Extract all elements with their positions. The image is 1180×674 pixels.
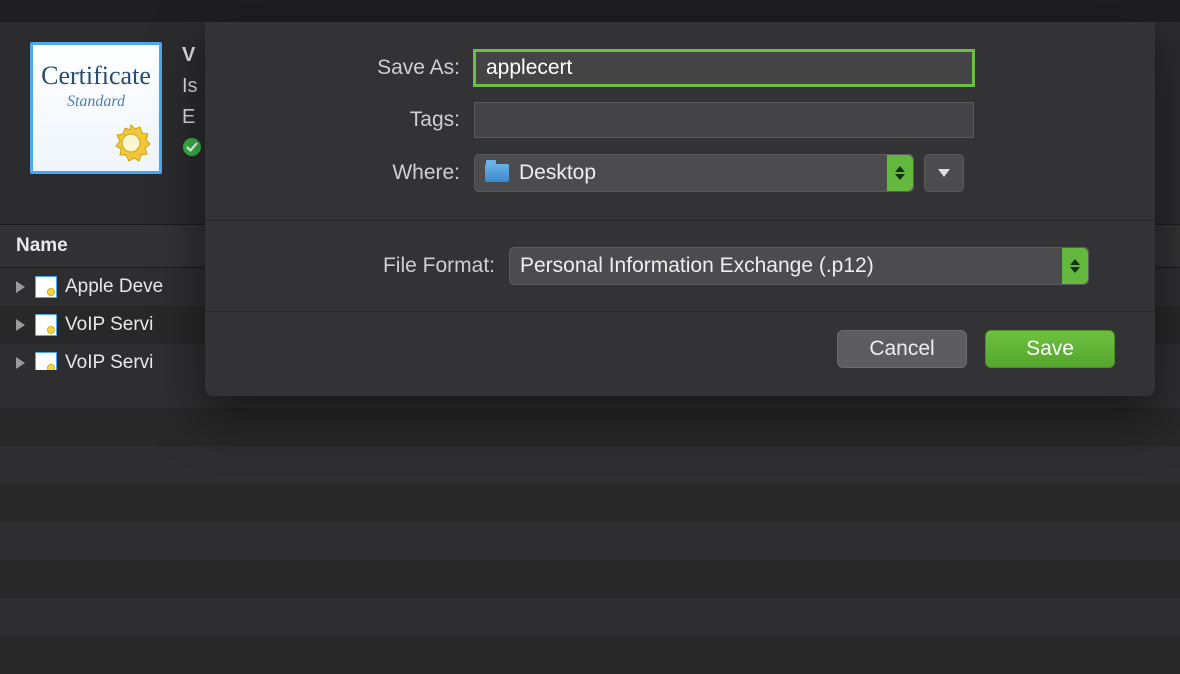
tags-label: Tags: (245, 108, 460, 132)
row-label: Apple Deve (65, 276, 163, 298)
cancel-button[interactable]: Cancel (837, 330, 967, 368)
certificate-mini-icon (35, 314, 57, 336)
where-label: Where: (245, 161, 460, 185)
save-dialog: Save As: Tags: Where: Desktop (205, 22, 1155, 396)
disclosure-triangle-icon[interactable] (16, 281, 25, 293)
cancel-button-label: Cancel (869, 337, 934, 361)
disclosure-triangle-icon[interactable] (16, 319, 25, 331)
certificate-icon-line1: Certificate (41, 63, 151, 89)
popup-arrows-icon (1062, 248, 1088, 284)
cert-issuer-fragment: Is (182, 75, 202, 98)
chevron-down-icon (938, 169, 950, 177)
certificate-icon: Certificate Standard (30, 42, 162, 174)
folder-icon (485, 164, 509, 182)
table-empty-stripes (0, 370, 1180, 612)
popup-arrows-icon (887, 155, 913, 191)
file-format-label: File Format: (245, 254, 495, 278)
window-titlebar (0, 0, 1180, 22)
save-button[interactable]: Save (985, 330, 1115, 368)
tags-input[interactable] (474, 102, 974, 138)
expand-dialog-button[interactable] (924, 154, 964, 192)
where-popup[interactable]: Desktop (474, 154, 914, 192)
cert-title-fragment: V (182, 44, 202, 67)
certificate-mini-icon (35, 276, 57, 298)
row-label: VoIP Servi (65, 314, 153, 336)
cert-expiry-fragment: E (182, 106, 202, 129)
disclosure-triangle-icon[interactable] (16, 357, 25, 369)
seal-icon (111, 123, 151, 163)
save-as-label: Save As: (245, 56, 460, 80)
save-button-label: Save (1026, 337, 1074, 361)
file-format-popup[interactable]: Personal Information Exchange (.p12) (509, 247, 1089, 285)
valid-check-icon (182, 137, 202, 162)
file-format-value: Personal Information Exchange (.p12) (520, 254, 874, 278)
certificate-icon-line2: Standard (67, 93, 125, 111)
where-value: Desktop (519, 161, 596, 185)
certificate-text-preview: V Is E (182, 42, 202, 162)
save-as-input[interactable] (474, 50, 974, 86)
